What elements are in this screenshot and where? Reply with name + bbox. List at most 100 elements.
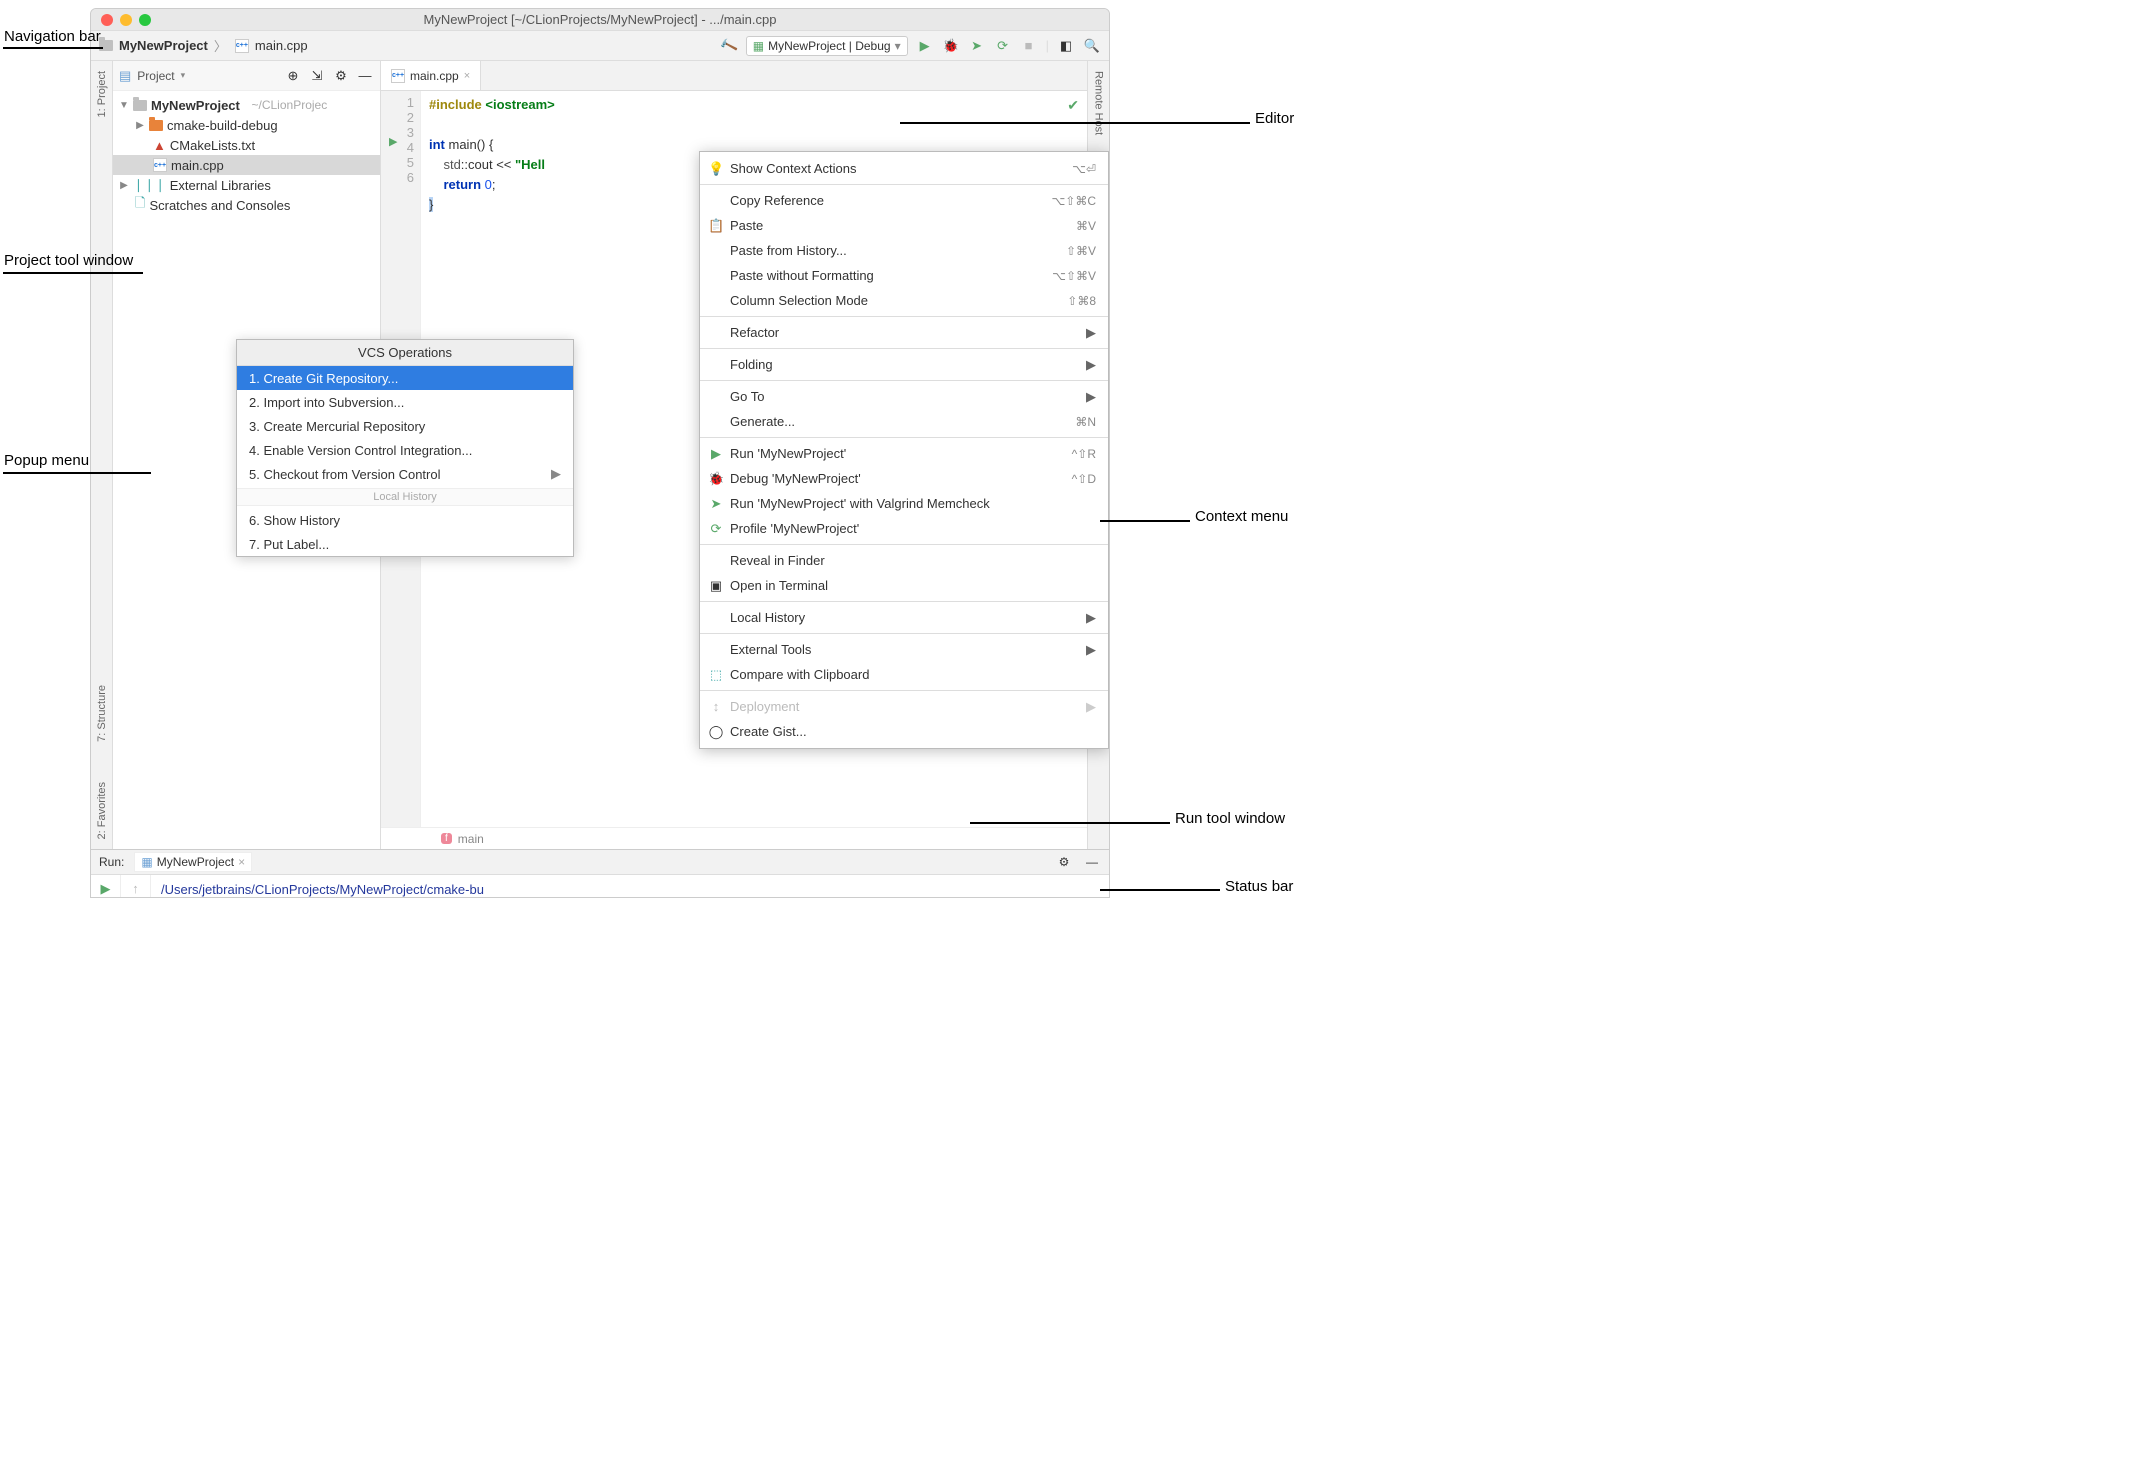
run-gutter-icon[interactable]: ▶ bbox=[389, 135, 397, 148]
profile-button[interactable]: ⟳ bbox=[994, 37, 1012, 55]
tree-external-libraries[interactable]: ▶❘❘❘External Libraries bbox=[113, 175, 380, 195]
play-icon: ▶ bbox=[708, 446, 724, 462]
ctx-goto[interactable]: Go To▶ bbox=[700, 384, 1108, 409]
tree-main-cpp[interactable]: c++main.cpp bbox=[113, 155, 380, 175]
project-tool-button[interactable]: 1: Project bbox=[96, 71, 108, 117]
project-view-selector[interactable]: Project bbox=[137, 69, 174, 83]
expand-all-icon[interactable]: ⇲ bbox=[308, 67, 326, 85]
favorites-tool-button[interactable]: 2: Favorites bbox=[96, 782, 108, 839]
tree-scratches[interactable]: 🗋Scratches and Consoles bbox=[113, 195, 380, 215]
run-hide-icon[interactable]: — bbox=[1083, 853, 1101, 871]
settings-gear-icon[interactable]: ⚙ bbox=[332, 67, 350, 85]
layout-button[interactable]: ◧ bbox=[1057, 37, 1075, 55]
ctx-paste-nofmt[interactable]: Paste without Formatting⌥⇧⌘V bbox=[700, 263, 1108, 288]
folder-icon bbox=[99, 40, 113, 51]
annotation-editor: Editor bbox=[1255, 110, 1294, 127]
annotation-runtool: Run tool window bbox=[1175, 810, 1285, 827]
ctx-reveal-finder[interactable]: Reveal in Finder bbox=[700, 548, 1108, 573]
debug-button[interactable]: 🐞 bbox=[942, 37, 960, 55]
ctx-copy-ref[interactable]: Copy Reference⌥⇧⌘C bbox=[700, 188, 1108, 213]
traffic-lights[interactable] bbox=[101, 14, 151, 26]
minimize-window-icon[interactable] bbox=[120, 14, 132, 26]
profile-icon: ⟳ bbox=[708, 521, 724, 537]
run-tab[interactable]: ▦MyNewProject× bbox=[134, 852, 252, 872]
github-icon: ◯ bbox=[708, 724, 724, 740]
stop-button[interactable]: ■ bbox=[1020, 37, 1038, 55]
tree-project-root[interactable]: ▼ MyNewProject ~/CLionProjec bbox=[113, 95, 380, 115]
annotation-context: Context menu bbox=[1195, 508, 1288, 525]
valgrind-icon: ➤ bbox=[708, 496, 724, 512]
editor-tab-main[interactable]: c++ main.cpp × bbox=[381, 61, 481, 90]
vcs-create-hg[interactable]: 3. Create Mercurial Repository bbox=[237, 414, 573, 438]
ctx-generate[interactable]: Generate...⌘N bbox=[700, 409, 1108, 434]
vcs-enable-integration[interactable]: 4. Enable Version Control Integration... bbox=[237, 438, 573, 462]
valgrind-button[interactable]: ➤ bbox=[968, 37, 986, 55]
structure-tool-button[interactable]: 7: Structure bbox=[96, 685, 108, 742]
editor-tabs: c++ main.cpp × bbox=[381, 61, 1087, 91]
tree-cmake-build-dir[interactable]: ▶ cmake-build-debug bbox=[113, 115, 380, 135]
ctx-open-terminal[interactable]: ▣Open in Terminal bbox=[700, 573, 1108, 598]
project-tree[interactable]: ▼ MyNewProject ~/CLionProjec ▶ cmake-bui… bbox=[113, 91, 380, 219]
up-icon[interactable]: ↑ bbox=[132, 881, 139, 896]
ide-window: MyNewProject [~/CLionProjects/MyNewProje… bbox=[90, 8, 1110, 898]
navigation-bar: MyNewProject〉 c++ main.cpp 🔨 ▦ MyNewProj… bbox=[91, 31, 1109, 61]
maximize-window-icon[interactable] bbox=[139, 14, 151, 26]
titlebar: MyNewProject [~/CLionProjects/MyNewProje… bbox=[91, 9, 1109, 31]
ctx-compare-clipboard[interactable]: ⬚Compare with Clipboard bbox=[700, 662, 1108, 687]
editor-breadcrumb[interactable]: f main bbox=[381, 827, 1087, 849]
breadcrumb-file[interactable]: main.cpp bbox=[255, 38, 308, 53]
annotation-nav: Navigation bar bbox=[4, 28, 101, 45]
ctx-local-history[interactable]: Local History▶ bbox=[700, 605, 1108, 630]
ctx-external-tools[interactable]: External Tools▶ bbox=[700, 637, 1108, 662]
cpp-file-icon: c++ bbox=[153, 158, 167, 172]
ctx-create-gist[interactable]: ◯Create Gist... bbox=[700, 719, 1108, 744]
build-button[interactable]: 🔨 bbox=[717, 34, 740, 57]
vcs-popup-title: VCS Operations bbox=[237, 340, 573, 366]
folder-icon bbox=[133, 100, 147, 111]
ctx-run[interactable]: ▶Run 'MyNewProject'^⇧R bbox=[700, 441, 1108, 466]
run-label: Run: bbox=[99, 855, 124, 869]
ctx-paste-history[interactable]: Paste from History...⇧⌘V bbox=[700, 238, 1108, 263]
run-tool-window: Run: ▦MyNewProject× ⚙ — ▶ ■ ⎋ ⋯ ↑ ↓ ⇥ 🖶 … bbox=[91, 849, 1109, 898]
breadcrumb-project[interactable]: MyNewProject〉 bbox=[119, 36, 229, 55]
close-tab-icon[interactable]: × bbox=[464, 70, 470, 82]
cpp-file-icon: c++ bbox=[235, 39, 249, 53]
deploy-icon: ↕ bbox=[708, 699, 724, 714]
ctx-column-mode[interactable]: Column Selection Mode⇧⌘8 bbox=[700, 288, 1108, 313]
run-output[interactable]: /Users/jetbrains/CLionProjects/MyNewProj… bbox=[151, 875, 1109, 898]
vcs-import-svn[interactable]: 2. Import into Subversion... bbox=[237, 390, 573, 414]
close-window-icon[interactable] bbox=[101, 14, 113, 26]
annotation-popup: Popup menu bbox=[4, 452, 89, 469]
terminal-icon: ▣ bbox=[708, 578, 724, 594]
ctx-debug[interactable]: 🐞Debug 'MyNewProject'^⇧D bbox=[700, 466, 1108, 491]
ctx-refactor[interactable]: Refactor▶ bbox=[700, 320, 1108, 345]
tree-cmakelists[interactable]: ▲CMakeLists.txt bbox=[113, 135, 380, 155]
search-button[interactable]: 🔍 bbox=[1083, 37, 1101, 55]
vcs-put-label[interactable]: 7. Put Label... bbox=[237, 532, 573, 556]
vcs-create-git[interactable]: 1. Create Git Repository... bbox=[237, 366, 573, 390]
vcs-show-history[interactable]: 6. Show History bbox=[237, 508, 573, 532]
ctx-folding[interactable]: Folding▶ bbox=[700, 352, 1108, 377]
ctx-valgrind[interactable]: ➤Run 'MyNewProject' with Valgrind Memche… bbox=[700, 491, 1108, 516]
rerun-icon[interactable]: ▶ bbox=[101, 881, 111, 897]
ctx-show-actions[interactable]: 💡Show Context Actions⌥⏎ bbox=[700, 156, 1108, 181]
ctx-paste[interactable]: 📋Paste⌘V bbox=[700, 213, 1108, 238]
context-menu: 💡Show Context Actions⌥⏎ Copy Reference⌥⇧… bbox=[699, 151, 1109, 749]
annotation-statusbar: Status bar bbox=[1225, 878, 1293, 895]
hide-panel-icon[interactable]: — bbox=[356, 67, 374, 85]
remote-host-button[interactable]: Remote Host bbox=[1093, 71, 1105, 135]
vcs-checkout[interactable]: 5. Checkout from Version Control▶ bbox=[237, 462, 573, 486]
folder-icon bbox=[149, 120, 163, 131]
bug-icon: 🐞 bbox=[708, 471, 724, 487]
window-title: MyNewProject [~/CLionProjects/MyNewProje… bbox=[424, 12, 777, 27]
run-config-selector[interactable]: ▦ MyNewProject | Debug ▾ bbox=[746, 36, 908, 56]
annotation-project: Project tool window bbox=[4, 252, 133, 269]
run-button[interactable]: ▶ bbox=[916, 37, 934, 55]
ctx-profile[interactable]: ⟳Profile 'MyNewProject' bbox=[700, 516, 1108, 541]
cpp-file-icon: c++ bbox=[391, 69, 405, 83]
clipboard-icon: 📋 bbox=[708, 218, 724, 234]
run-settings-icon[interactable]: ⚙ bbox=[1055, 853, 1073, 871]
select-open-file-icon[interactable]: ⊕ bbox=[284, 67, 302, 85]
inspection-ok-icon[interactable]: ✔ bbox=[1067, 97, 1079, 114]
diff-icon: ⬚ bbox=[708, 667, 724, 683]
